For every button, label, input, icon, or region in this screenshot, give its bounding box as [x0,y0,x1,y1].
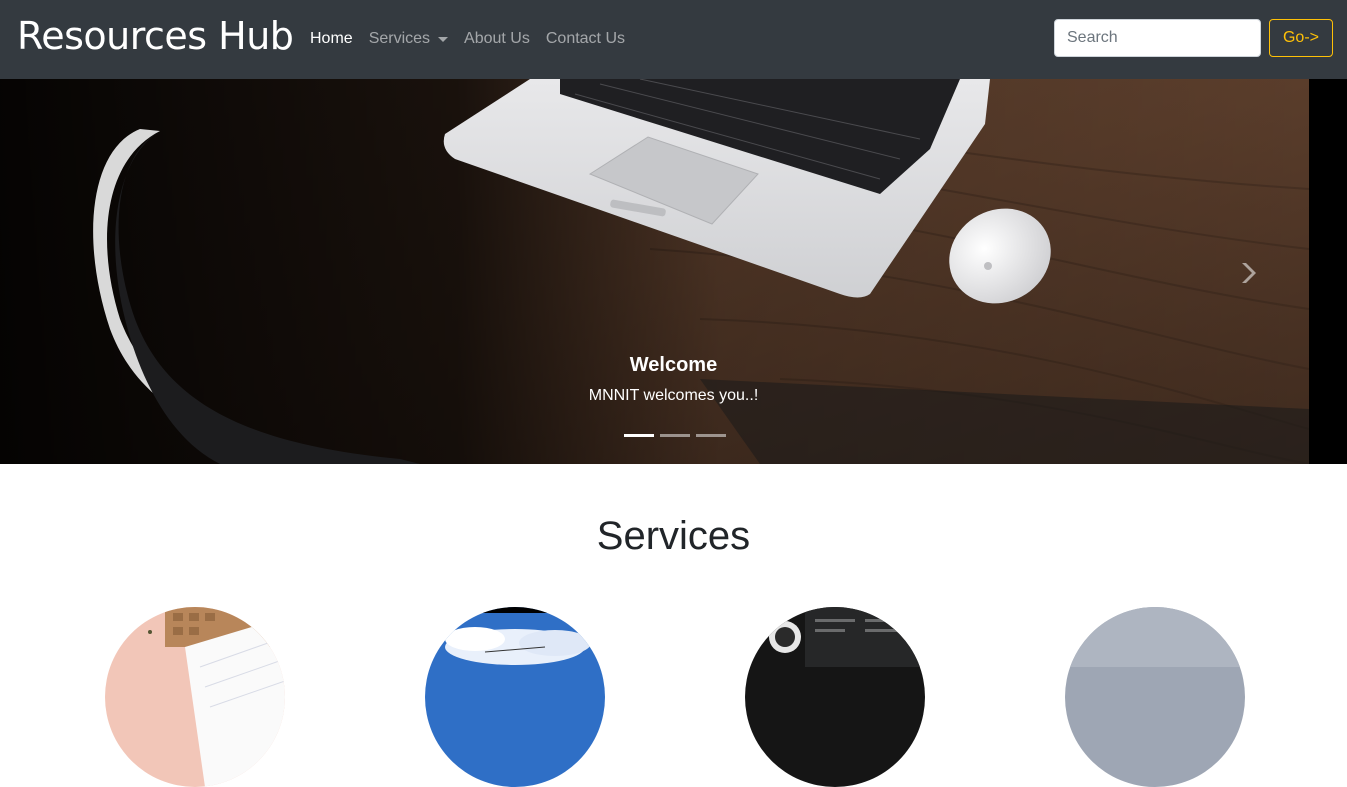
search-input[interactable] [1054,19,1261,57]
carousel-caption-text: MNNIT welcomes you..! [588,387,759,404]
service-image-3[interactable] [745,607,925,787]
nav-links: Home Services About Us Contact Us [310,28,641,50]
top-navbar: Resources Hub Home Services About Us Con… [0,0,1347,79]
nav-link-contact-label: Contact Us [545,30,625,47]
carousel-indicator-1[interactable] [624,434,654,437]
nav-link-about[interactable]: About Us [464,28,530,50]
notebook-desk-photo [105,607,285,787]
caret-down-icon [438,36,449,42]
carousel-indicator-2[interactable] [660,434,690,437]
carousel-caption-title: Welcome [629,354,718,376]
carousel-indicator-3[interactable] [696,434,726,437]
nav-link-services[interactable]: Services [368,28,449,50]
nav-link-home-label: Home [310,30,353,47]
brand-logo[interactable]: Resources Hub [17,12,294,60]
nav-link-contact[interactable]: Contact Us [546,28,625,50]
sky-clouds-photo [425,607,605,787]
nav-link-about-label: About Us [464,30,530,47]
chevron-right-icon [1242,263,1256,283]
service-image-1[interactable] [105,607,285,787]
hero-carousel: Welcome MNNIT welcomes you..! [0,79,1347,464]
gray-sky-photo [1065,607,1245,787]
carousel-next-button[interactable] [1232,257,1264,289]
carousel-indicators [624,434,726,437]
service-image-4[interactable] [1065,607,1245,787]
nav-link-home[interactable]: Home [310,28,353,50]
dark-workspace-photo [745,607,925,787]
nav-link-services-label: Services [368,30,431,47]
services-heading: Services [596,514,751,558]
go-button[interactable]: Go-> [1269,19,1333,57]
service-image-2[interactable] [425,607,605,787]
